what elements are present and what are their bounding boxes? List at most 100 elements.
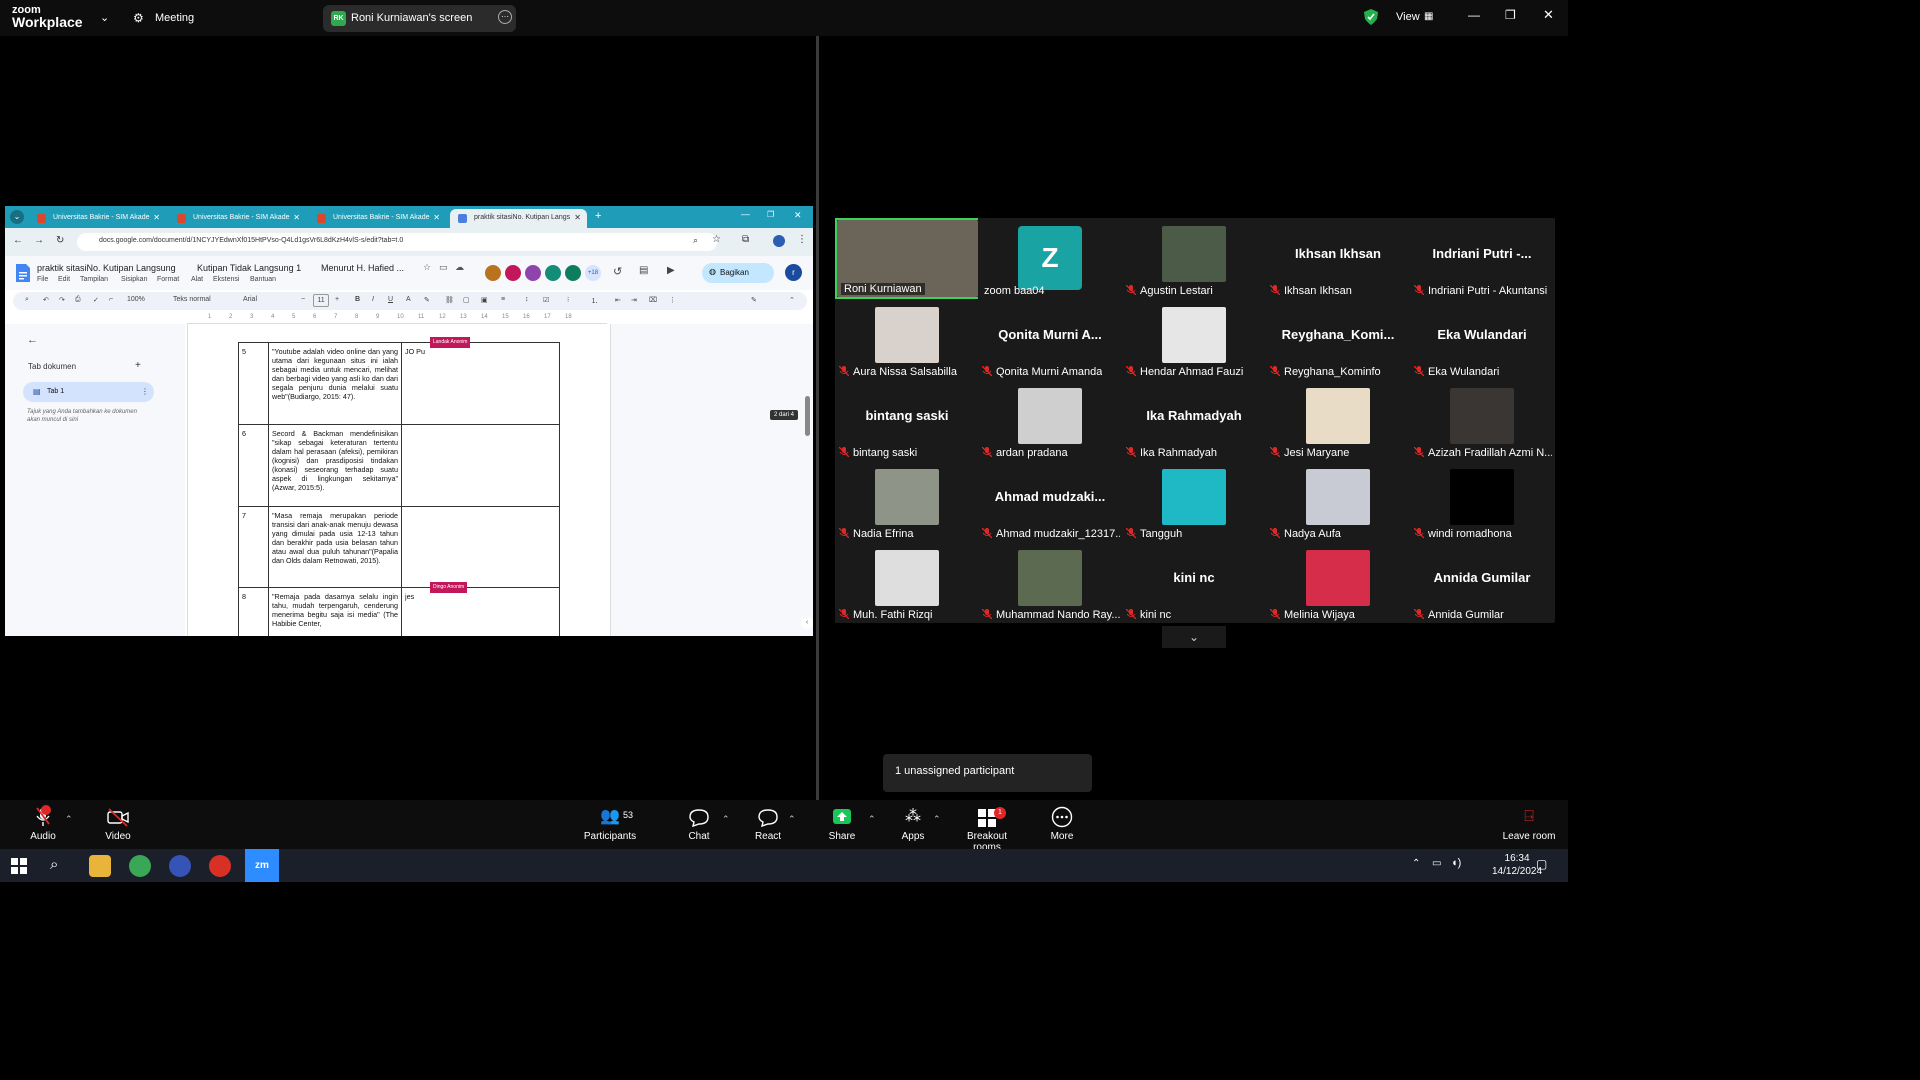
reload-icon[interactable]: ↻: [56, 235, 64, 246]
zoom-select[interactable]: 100%: [127, 296, 145, 303]
leave-room-button[interactable]: ⍈ Leave room: [1500, 806, 1558, 842]
quote-cell[interactable]: Secord & Backman mendefinisikan "sikap s…: [268, 424, 402, 507]
insert-image-icon[interactable]: ▣: [481, 296, 488, 304]
unassigned-participant-notice[interactable]: 1 unassigned participant: [883, 754, 1092, 792]
answer-cell[interactable]: Landak Anonim JO Pu: [401, 337, 560, 425]
share-screen-button[interactable]: Share: [828, 806, 856, 842]
participant-tile[interactable]: Muhammad Nando Ray...: [978, 542, 1122, 623]
bookmark-star-icon[interactable]: ☆: [712, 234, 721, 245]
browser-close-icon[interactable]: ✕: [794, 210, 802, 221]
tab-close-icon[interactable]: ✕: [293, 213, 300, 222]
menu-tools[interactable]: Alat: [191, 276, 203, 283]
browser-tab[interactable]: Universitas Bakrie - SIM Akade ✕: [169, 209, 306, 228]
tab-search-icon[interactable]: ⌄: [10, 210, 24, 224]
browser-minimize-icon[interactable]: —: [741, 209, 750, 219]
browser-menu-icon[interactable]: ⋮: [797, 234, 807, 245]
answer-cell[interactable]: [401, 424, 560, 507]
participant-tile[interactable]: bintang saski bintang saski: [835, 380, 979, 461]
breakout-rooms-button[interactable]: Breakout rooms: [952, 806, 1022, 853]
participant-tile[interactable]: Tangguh: [1122, 461, 1266, 542]
chrome-icon[interactable]: [129, 855, 151, 877]
underline-icon[interactable]: U: [388, 296, 393, 303]
react-options-caret-icon[interactable]: ⌃: [788, 814, 796, 825]
video-button[interactable]: Video: [101, 806, 135, 842]
google-docs-icon[interactable]: [16, 264, 30, 282]
minimize-icon[interactable]: —: [1468, 8, 1480, 22]
participant-tile[interactable]: Hendar Ahmad Fauzi: [1122, 299, 1266, 380]
quote-cell[interactable]: "Remaja pada dasarnya selalu ingin tahu,…: [268, 587, 402, 636]
chrome-profile-icon[interactable]: [209, 855, 231, 877]
browser-tab[interactable]: Universitas Bakrie - SIM Akade ✕: [309, 209, 446, 228]
chat-options-caret-icon[interactable]: ⌃: [722, 814, 730, 825]
view-button[interactable]: View: [1396, 11, 1420, 23]
increase-indent-icon[interactable]: ⇥: [631, 296, 637, 304]
windows-start-icon[interactable]: [11, 858, 27, 874]
gallery-next-page-icon[interactable]: ⌄: [1162, 626, 1226, 648]
more-button[interactable]: More: [1048, 806, 1076, 842]
restore-icon[interactable]: ❐: [1505, 8, 1516, 22]
menu-format[interactable]: Format: [157, 276, 179, 283]
forward-icon[interactable]: →: [34, 235, 44, 246]
font-size-field[interactable]: 11: [313, 294, 329, 307]
back-icon[interactable]: ←: [13, 235, 23, 246]
participant-tile[interactable]: Annida Gumilar Annida Gumilar: [1410, 542, 1554, 623]
quote-cell[interactable]: "Masa remaja merupakan periode transisi …: [268, 506, 402, 588]
explore-icon[interactable]: ‹: [801, 617, 813, 629]
participant-tile[interactable]: Ika Rahmadyah Ika Rahmadyah: [1122, 380, 1266, 461]
redo-icon[interactable]: ↷: [59, 296, 65, 304]
doc-tab-1[interactable]: ▤ Tab 1 ⋮: [23, 382, 154, 402]
participant-tile[interactable]: Nadya Aufa: [1266, 461, 1410, 542]
collaborator-avatar[interactable]: [545, 265, 561, 281]
participant-tile[interactable]: Ahmad mudzaki... Ahmad mudzakir_12317...: [978, 461, 1122, 542]
text-color-icon[interactable]: A: [406, 296, 411, 303]
zoom-lens-icon[interactable]: ⌕: [693, 235, 698, 246]
participant-tile[interactable]: Reyghana_Komi... Reyghana_Kominfo: [1266, 299, 1410, 380]
collapse-toolbar-icon[interactable]: ⌃: [789, 296, 795, 304]
scrollbar-thumb[interactable]: [805, 396, 810, 436]
tab-close-icon[interactable]: ✕: [433, 213, 440, 222]
font-select[interactable]: Arial: [243, 296, 257, 303]
star-icon[interactable]: ☆: [423, 262, 431, 273]
url-field[interactable]: docs.google.com/document/d/1NCYJYEdwnXf0…: [77, 233, 717, 251]
collaborator-avatar[interactable]: [505, 265, 521, 281]
audio-options-caret-icon[interactable]: ⌃: [65, 814, 73, 825]
menu-help[interactable]: Bantuan: [250, 276, 276, 283]
tab-options-icon[interactable]: ⋮: [141, 387, 149, 396]
doc-title[interactable]: praktik sitasiNo. Kutipan Langsung: [37, 263, 176, 273]
participant-tile[interactable]: Agustin Lestari: [1122, 218, 1266, 299]
answer-cell[interactable]: Dingo Anonim jes: [401, 582, 560, 636]
security-shield-icon[interactable]: [1364, 9, 1378, 25]
share-options-caret-icon[interactable]: ⌃: [868, 814, 876, 825]
align-icon[interactable]: ≡: [501, 296, 505, 303]
answer-cell[interactable]: [401, 506, 560, 588]
extensions-icon[interactable]: ⧉: [742, 234, 749, 245]
network-icon[interactable]: ▭: [1432, 858, 1441, 869]
participant-tile[interactable]: Azizah Fradillah Azmi N...: [1410, 380, 1554, 461]
react-button[interactable]: React: [752, 806, 784, 842]
chat-button[interactable]: Chat: [686, 806, 712, 842]
undo-icon[interactable]: ↶: [43, 296, 49, 304]
file-explorer-icon[interactable]: [89, 855, 111, 877]
close-icon[interactable]: ✕: [1543, 7, 1554, 23]
italic-icon[interactable]: I: [372, 296, 374, 303]
history-icon[interactable]: ↺: [613, 265, 622, 278]
decrease-indent-icon[interactable]: ⇤: [615, 296, 621, 304]
participant-tile[interactable]: Jesi Maryane: [1266, 380, 1410, 461]
participant-tile[interactable]: Indriani Putri -... Indriani Putri - Akun…: [1410, 218, 1554, 299]
menu-edit[interactable]: Edit: [58, 276, 70, 283]
link-icon[interactable]: ⛓: [445, 296, 454, 304]
meeting-menu[interactable]: ⚙ Meeting: [133, 10, 233, 28]
add-comment-icon[interactable]: ▢: [463, 296, 470, 304]
numbered-list-icon[interactable]: ⒈: [591, 296, 598, 306]
collaborator-avatar[interactable]: [525, 265, 541, 281]
menu-insert[interactable]: Sisipkan: [121, 276, 147, 283]
browser-tab[interactable]: Universitas Bakrie - SIM Akade ✕: [29, 209, 166, 228]
checklist-icon[interactable]: ☑: [543, 296, 549, 304]
participant-tile[interactable]: Roni Kurniawan: [835, 218, 980, 299]
profile-icon[interactable]: [773, 235, 785, 247]
add-tab-icon[interactable]: +: [135, 360, 141, 371]
apps-button[interactable]: ⁂ Apps: [900, 806, 926, 842]
browser-tab-active[interactable]: praktik sitasiNo. Kutipan Langs ✕: [450, 209, 587, 228]
collaborator-avatar[interactable]: [565, 265, 581, 281]
participant-tile[interactable]: ardan pradana: [978, 380, 1122, 461]
